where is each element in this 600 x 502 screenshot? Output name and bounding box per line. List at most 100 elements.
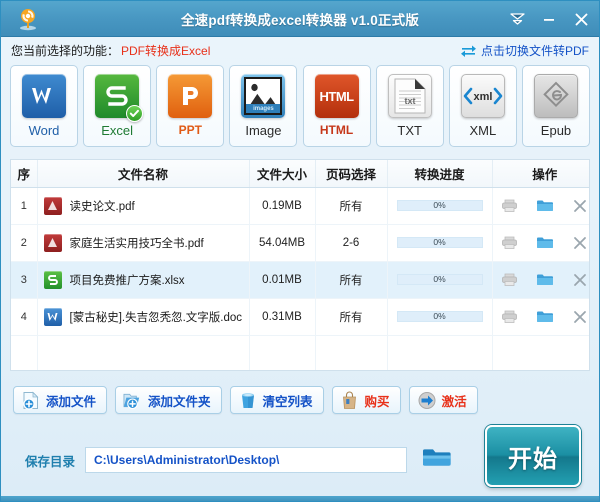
- row-filename-cell: [蒙古秘史].失吉忽秃忽.文字版.doc: [37, 298, 250, 336]
- progress-bar: 0%: [396, 200, 483, 211]
- column-header-progress: 转换进度: [387, 160, 493, 188]
- preview-icon[interactable]: [500, 307, 520, 327]
- format-label-image: Image: [245, 123, 282, 138]
- row-progress-cell: 0%: [387, 261, 493, 299]
- save-directory-label: 保存目录: [25, 454, 76, 469]
- bottom-edge: [1, 496, 599, 501]
- swap-arrows-icon: [460, 44, 477, 57]
- progress-value: 0%: [433, 237, 446, 248]
- ppt-icon: [165, 73, 215, 119]
- clear-list-button[interactable]: 清空列表: [229, 386, 324, 414]
- format-button-txt[interactable]: txt TXT: [375, 65, 444, 147]
- file-list-table: 序 文件名称 文件大小 页码选择 转换进度 操作 1 读史论文.pdf 0.19…: [10, 159, 590, 371]
- format-button-image[interactable]: images Image: [229, 65, 298, 147]
- word-file-icon: [43, 307, 62, 326]
- format-selector: Word Excel PPT images Image HTML HTML tx…: [7, 63, 593, 153]
- epub-icon: [531, 73, 581, 119]
- remove-icon[interactable]: [570, 233, 589, 253]
- browse-folder-button[interactable]: [421, 447, 453, 473]
- application-window: 全速pdf转换成excel转换器 v1.0正式版 您当前选择的功能： PDF转换…: [0, 0, 600, 502]
- row-filename-cell: 项目免费推广方案.xlsx: [37, 261, 250, 299]
- window-controls: [507, 1, 591, 37]
- add-file-button[interactable]: 添加文件: [13, 386, 108, 414]
- activate-button[interactable]: 激活: [408, 386, 478, 414]
- row-index: 1: [11, 187, 38, 225]
- open-folder-icon[interactable]: [535, 233, 555, 253]
- remove-icon[interactable]: [570, 307, 589, 327]
- format-button-excel[interactable]: Excel: [83, 65, 152, 147]
- excel-file-icon: [43, 270, 62, 289]
- purchase-button[interactable]: 购买: [331, 386, 401, 414]
- html-tile-text: HTML: [314, 74, 359, 118]
- progress-value: 0%: [433, 200, 446, 211]
- row-page-range[interactable]: 所有: [315, 298, 388, 336]
- format-button-epub[interactable]: Epub: [521, 65, 590, 147]
- row-filesize: 0.19MB: [249, 187, 316, 225]
- preview-icon[interactable]: [500, 233, 520, 253]
- table-row[interactable]: 2 家庭生活实用技巧全书.pdf 54.04MB 2-6 0%: [11, 224, 589, 262]
- selected-check-icon: [126, 105, 144, 122]
- preview-icon[interactable]: [500, 196, 520, 216]
- format-label-xml: XML: [469, 123, 497, 138]
- format-label-excel: Excel: [101, 123, 134, 138]
- column-header-actions: 操作: [492, 160, 589, 188]
- switch-mode-label: 点击切换文件转PDF: [480, 43, 589, 58]
- column-header-filename: 文件名称: [37, 160, 250, 188]
- progress-value: 0%: [433, 274, 446, 285]
- format-label-word: Word: [28, 123, 60, 138]
- open-folder-icon[interactable]: [535, 196, 555, 216]
- add-file-icon: [21, 390, 41, 410]
- row-page-range[interactable]: 2-6: [315, 224, 388, 262]
- svg-text:xml: xml: [473, 91, 492, 103]
- trash-icon: [238, 390, 258, 410]
- empty-cell: [387, 335, 493, 370]
- open-folder-icon[interactable]: [535, 307, 555, 327]
- title-bar: 全速pdf转换成excel转换器 v1.0正式版: [1, 1, 599, 37]
- preview-icon[interactable]: [500, 270, 520, 290]
- empty-cell: [37, 335, 250, 370]
- shopping-bag-icon: [340, 390, 360, 410]
- column-header-index: 序: [11, 160, 38, 188]
- row-filename-cell: 家庭生活实用技巧全书.pdf: [37, 224, 250, 262]
- table-row[interactable]: 3 项目免费推广方案.xlsx 0.01MB 所有 0%: [11, 261, 589, 299]
- format-label-epub: Epub: [540, 123, 572, 138]
- html-icon: HTML: [312, 73, 362, 119]
- row-actions-cell: [492, 187, 589, 225]
- format-button-xml[interactable]: xml XML: [448, 65, 517, 147]
- minimize-button[interactable]: [539, 9, 559, 29]
- word-icon: [19, 73, 69, 119]
- remove-icon[interactable]: [570, 196, 589, 216]
- action-toolbar: 添加文件 添加文件夹 清空列表 购买 激活: [7, 371, 593, 419]
- format-label-ppt: PPT: [178, 123, 202, 137]
- format-button-word[interactable]: Word: [10, 65, 78, 147]
- row-page-range[interactable]: 所有: [315, 187, 388, 225]
- save-path-input[interactable]: C:\Users\Administrator\Desktop\: [85, 447, 408, 473]
- switch-mode-link[interactable]: 点击切换文件转PDF: [460, 42, 589, 59]
- folder-icon: [422, 446, 452, 475]
- svg-text:txt: txt: [404, 96, 415, 106]
- close-button[interactable]: [571, 9, 591, 29]
- format-button-html[interactable]: HTML HTML: [302, 65, 371, 147]
- table-header-row: 序 文件名称 文件大小 页码选择 转换进度 操作: [11, 160, 589, 188]
- start-button[interactable]: 开始: [485, 425, 581, 487]
- activate-label: 激活: [441, 394, 467, 409]
- remove-icon[interactable]: [570, 270, 589, 290]
- open-folder-icon[interactable]: [535, 270, 555, 290]
- start-button-label: 开始: [508, 445, 558, 473]
- menu-button[interactable]: [507, 9, 527, 29]
- format-button-ppt[interactable]: PPT: [156, 65, 225, 147]
- row-filename: 家庭生活实用技巧全书.pdf: [69, 237, 204, 250]
- row-filename: [蒙古秘史].失吉忽秃忽.文字版.doc: [69, 311, 243, 324]
- empty-cell: [249, 335, 316, 370]
- row-actions-cell: [492, 224, 589, 262]
- image-icon: images: [238, 73, 288, 119]
- row-filename-cell: 读史论文.pdf: [37, 187, 250, 225]
- current-function-label: 您当前选择的功能：: [11, 43, 120, 58]
- table-row[interactable]: 4 [蒙古秘史].失吉忽秃忽.文字版.doc 0.31MB 所有 0%: [11, 298, 589, 336]
- table-row[interactable]: 1 读史论文.pdf 0.19MB 所有 0%: [11, 187, 589, 225]
- progress-bar: 0%: [396, 274, 483, 285]
- txt-icon: txt: [385, 73, 435, 119]
- empty-cell: [315, 335, 388, 370]
- add-folder-button[interactable]: 添加文件夹: [115, 386, 222, 414]
- row-page-range[interactable]: 所有: [315, 261, 388, 299]
